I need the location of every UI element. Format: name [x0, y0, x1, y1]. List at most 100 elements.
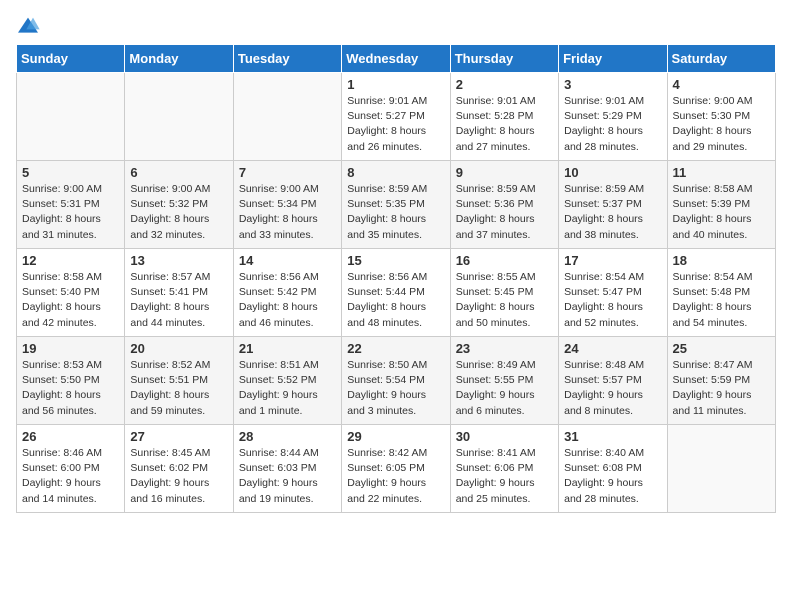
calendar-cell: 11 Sunrise: 8:58 AM Sunset: 5:39 PM Dayli…: [667, 161, 775, 249]
day-info: Sunrise: 8:49 AM Sunset: 5:55 PM Dayligh…: [456, 358, 553, 419]
day-number: 16: [456, 253, 553, 268]
day-info: Sunrise: 8:40 AM Sunset: 6:08 PM Dayligh…: [564, 446, 661, 507]
calendar-cell: 6Sunrise: 9:00 AM Sunset: 5:32 PM Daylig…: [125, 161, 233, 249]
day-info: Sunrise: 9:01 AM Sunset: 5:27 PM Dayligh…: [347, 94, 444, 155]
calendar-cell: 7Sunrise: 9:00 AM Sunset: 5:34 PM Daylig…: [233, 161, 341, 249]
calendar-header-row: SundayMondayTuesdayWednesdayThursdayFrid…: [17, 45, 776, 73]
calendar-cell: 8Sunrise: 8:59 AM Sunset: 5:35 PM Daylig…: [342, 161, 450, 249]
logo-icon: [16, 16, 40, 36]
day-info: Sunrise: 8:56 AM Sunset: 5:44 PM Dayligh…: [347, 270, 444, 331]
calendar-cell: 1 Sunrise: 9:01 AM Sunset: 5:27 PM Daylig…: [342, 73, 450, 161]
day-number: 24: [564, 341, 661, 356]
day-number: 26: [22, 429, 119, 444]
calendar-cell: 5 Sunrise: 9:00 AM Sunset: 5:31 PM Daylig…: [17, 161, 125, 249]
day-number: 14: [239, 253, 336, 268]
calendar-cell: 31 Sunrise: 8:40 AM Sunset: 6:08 PM Dayli…: [559, 425, 667, 513]
day-info: Sunrise: 8:44 AM Sunset: 6:03 PM Dayligh…: [239, 446, 336, 507]
calendar-cell: 12Sunrise: 8:58 AM Sunset: 5:40 PM Dayli…: [17, 249, 125, 337]
calendar-cell: 28 Sunrise: 8:44 AM Sunset: 6:03 PM Dayli…: [233, 425, 341, 513]
calendar-cell: 15 Sunrise: 8:56 AM Sunset: 5:44 PM Dayli…: [342, 249, 450, 337]
calendar-cell: 24 Sunrise: 8:48 AM Sunset: 5:57 PM Dayli…: [559, 337, 667, 425]
day-header-wednesday: Wednesday: [342, 45, 450, 73]
day-info: Sunrise: 8:56 AM Sunset: 5:42 PM Dayligh…: [239, 270, 336, 331]
calendar-cell: 2 Sunrise: 9:01 AM Sunset: 5:28 PM Daylig…: [450, 73, 558, 161]
day-number: 11: [673, 165, 770, 180]
day-header-thursday: Thursday: [450, 45, 558, 73]
day-info: Sunrise: 8:41 AM Sunset: 6:06 PM Dayligh…: [456, 446, 553, 507]
calendar-table: SundayMondayTuesdayWednesdayThursdayFrid…: [16, 44, 776, 513]
day-number: 9: [456, 165, 553, 180]
day-number: 29: [347, 429, 444, 444]
day-number: 5: [22, 165, 119, 180]
calendar-cell: 27 Sunrise: 8:45 AM Sunset: 6:02 PM Dayli…: [125, 425, 233, 513]
day-number: 25: [673, 341, 770, 356]
day-number: 31: [564, 429, 661, 444]
day-info: Sunrise: 8:54 AM Sunset: 5:47 PM Dayligh…: [564, 270, 661, 331]
calendar-cell: 25 Sunrise: 8:47 AM Sunset: 5:59 PM Dayli…: [667, 337, 775, 425]
day-header-friday: Friday: [559, 45, 667, 73]
day-info: Sunrise: 8:55 AM Sunset: 5:45 PM Dayligh…: [456, 270, 553, 331]
day-number: 8: [347, 165, 444, 180]
day-info: Sunrise: 9:01 AM Sunset: 5:28 PM Dayligh…: [456, 94, 553, 155]
logo: [16, 16, 44, 36]
day-info: Sunrise: 8:58 AM Sunset: 5:39 PM Dayligh…: [673, 182, 770, 243]
day-info: Sunrise: 8:58 AM Sunset: 5:40 PM Dayligh…: [22, 270, 119, 331]
calendar-week-row: 1 Sunrise: 9:01 AM Sunset: 5:27 PM Daylig…: [17, 73, 776, 161]
calendar-cell: 23Sunrise: 8:49 AM Sunset: 5:55 PM Dayli…: [450, 337, 558, 425]
day-number: 2: [456, 77, 553, 92]
day-number: 6: [130, 165, 227, 180]
calendar-cell: 3 Sunrise: 9:01 AM Sunset: 5:29 PM Daylig…: [559, 73, 667, 161]
day-number: 10: [564, 165, 661, 180]
day-number: 18: [673, 253, 770, 268]
day-number: 21: [239, 341, 336, 356]
day-info: Sunrise: 9:00 AM Sunset: 5:30 PM Dayligh…: [673, 94, 770, 155]
day-info: Sunrise: 8:54 AM Sunset: 5:48 PM Dayligh…: [673, 270, 770, 331]
calendar-cell: 21 Sunrise: 8:51 AM Sunset: 5:52 PM Dayli…: [233, 337, 341, 425]
day-info: Sunrise: 8:47 AM Sunset: 5:59 PM Dayligh…: [673, 358, 770, 419]
day-info: Sunrise: 8:45 AM Sunset: 6:02 PM Dayligh…: [130, 446, 227, 507]
calendar-cell: [667, 425, 775, 513]
day-number: 27: [130, 429, 227, 444]
calendar-week-row: 19 Sunrise: 8:53 AM Sunset: 5:50 PM Dayli…: [17, 337, 776, 425]
day-number: 17: [564, 253, 661, 268]
day-info: Sunrise: 8:51 AM Sunset: 5:52 PM Dayligh…: [239, 358, 336, 419]
calendar-cell: 9 Sunrise: 8:59 AM Sunset: 5:36 PM Daylig…: [450, 161, 558, 249]
calendar-cell: 26Sunrise: 8:46 AM Sunset: 6:00 PM Dayli…: [17, 425, 125, 513]
day-info: Sunrise: 8:50 AM Sunset: 5:54 PM Dayligh…: [347, 358, 444, 419]
calendar-cell: 30 Sunrise: 8:41 AM Sunset: 6:06 PM Dayli…: [450, 425, 558, 513]
day-number: 20: [130, 341, 227, 356]
calendar-cell: 29Sunrise: 8:42 AM Sunset: 6:05 PM Dayli…: [342, 425, 450, 513]
calendar-week-row: 26Sunrise: 8:46 AM Sunset: 6:00 PM Dayli…: [17, 425, 776, 513]
day-number: 15: [347, 253, 444, 268]
calendar-cell: 14 Sunrise: 8:56 AM Sunset: 5:42 PM Dayli…: [233, 249, 341, 337]
calendar-cell: 20Sunrise: 8:52 AM Sunset: 5:51 PM Dayli…: [125, 337, 233, 425]
day-number: 3: [564, 77, 661, 92]
day-number: 22: [347, 341, 444, 356]
day-header-sunday: Sunday: [17, 45, 125, 73]
calendar-week-row: 5 Sunrise: 9:00 AM Sunset: 5:31 PM Daylig…: [17, 161, 776, 249]
day-info: Sunrise: 8:59 AM Sunset: 5:37 PM Dayligh…: [564, 182, 661, 243]
calendar-cell: 10 Sunrise: 8:59 AM Sunset: 5:37 PM Dayli…: [559, 161, 667, 249]
day-header-monday: Monday: [125, 45, 233, 73]
day-info: Sunrise: 9:00 AM Sunset: 5:31 PM Dayligh…: [22, 182, 119, 243]
day-info: Sunrise: 8:59 AM Sunset: 5:36 PM Dayligh…: [456, 182, 553, 243]
calendar-cell: 4 Sunrise: 9:00 AM Sunset: 5:30 PM Daylig…: [667, 73, 775, 161]
day-info: Sunrise: 8:48 AM Sunset: 5:57 PM Dayligh…: [564, 358, 661, 419]
day-number: 28: [239, 429, 336, 444]
calendar-cell: 18 Sunrise: 8:54 AM Sunset: 5:48 PM Dayli…: [667, 249, 775, 337]
calendar-cell: 13Sunrise: 8:57 AM Sunset: 5:41 PM Dayli…: [125, 249, 233, 337]
page-header: [16, 16, 776, 36]
day-number: 19: [22, 341, 119, 356]
calendar-cell: [125, 73, 233, 161]
calendar-cell: [17, 73, 125, 161]
calendar-cell: 17 Sunrise: 8:54 AM Sunset: 5:47 PM Dayli…: [559, 249, 667, 337]
day-number: 30: [456, 429, 553, 444]
day-header-saturday: Saturday: [667, 45, 775, 73]
day-number: 1: [347, 77, 444, 92]
day-info: Sunrise: 8:53 AM Sunset: 5:50 PM Dayligh…: [22, 358, 119, 419]
day-info: Sunrise: 9:01 AM Sunset: 5:29 PM Dayligh…: [564, 94, 661, 155]
day-info: Sunrise: 9:00 AM Sunset: 5:34 PM Dayligh…: [239, 182, 336, 243]
day-number: 4: [673, 77, 770, 92]
day-info: Sunrise: 8:57 AM Sunset: 5:41 PM Dayligh…: [130, 270, 227, 331]
calendar-cell: [233, 73, 341, 161]
